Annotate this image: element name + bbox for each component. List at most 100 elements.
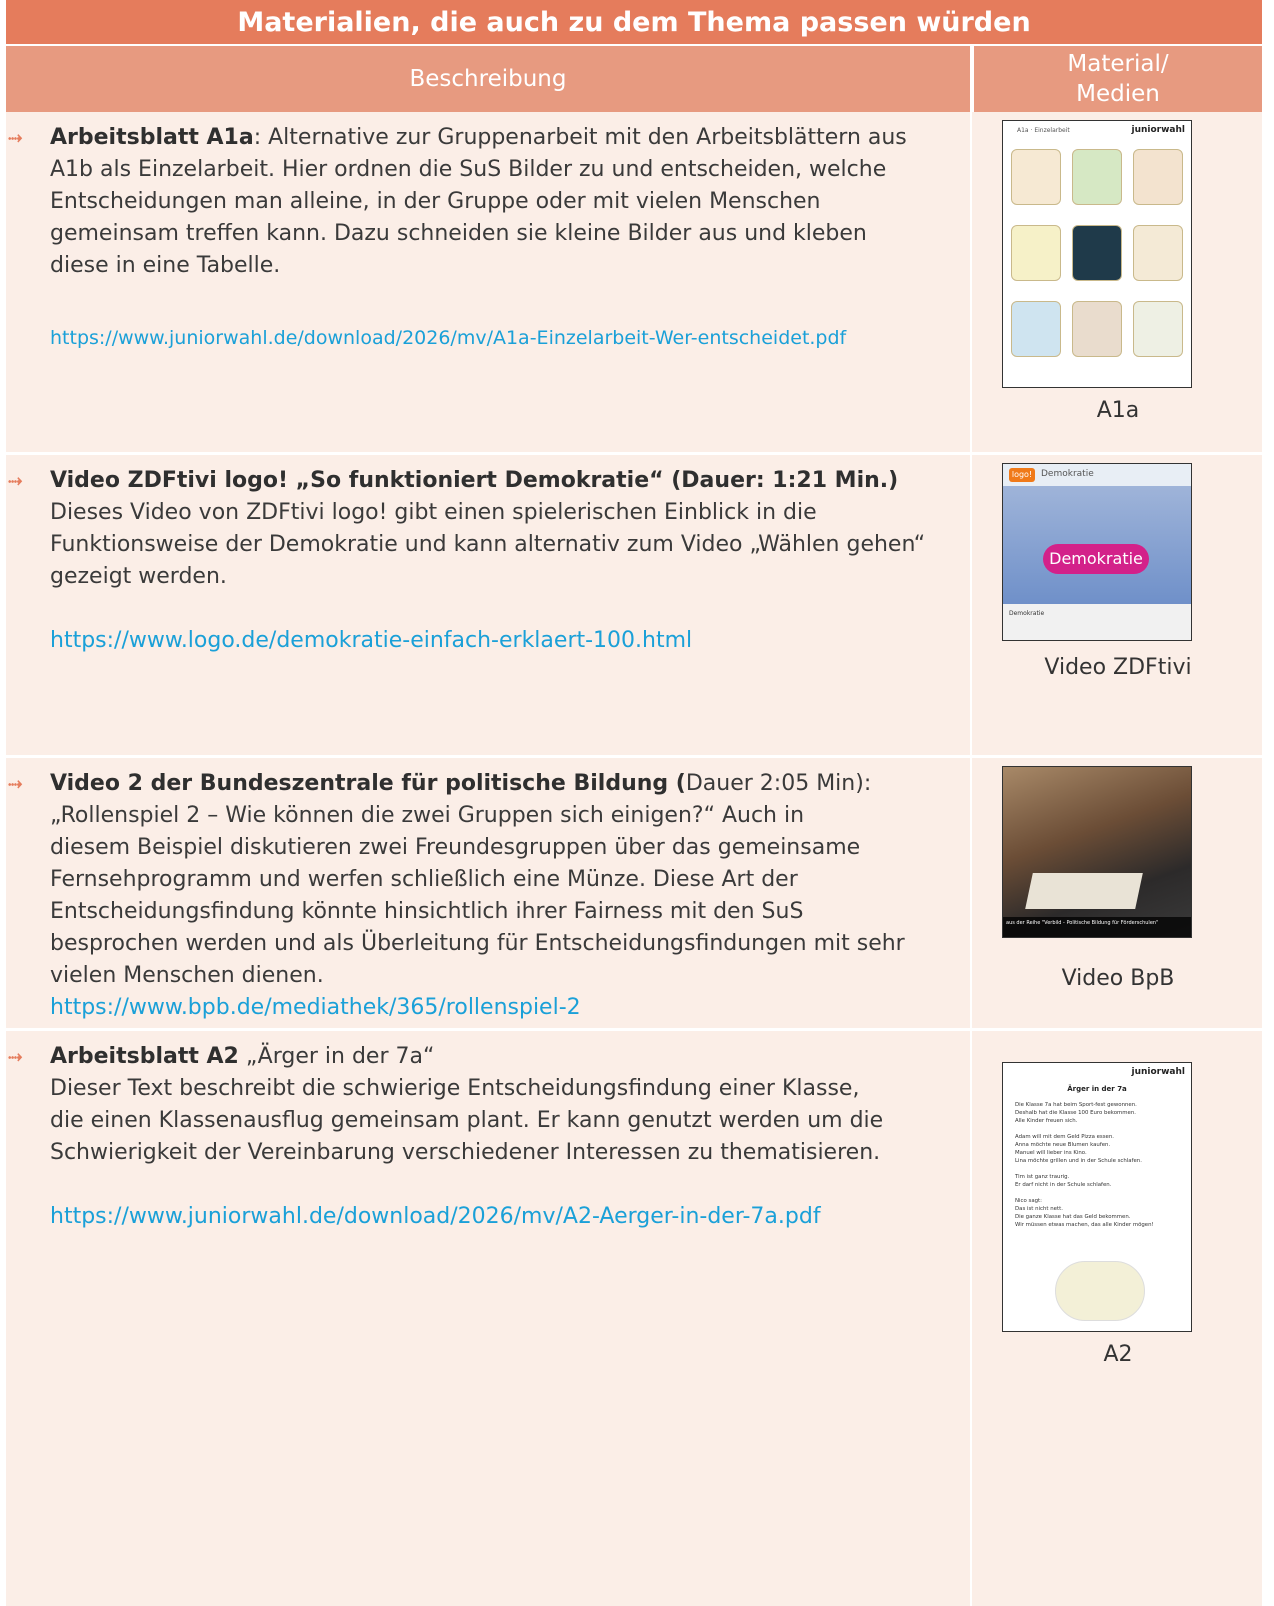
body-line: Fernsehprogramm und werfen schließlich e… (50, 867, 798, 892)
thumbnail-caption: Video ZDFtivi (1044, 655, 1192, 680)
thumbnail-caption: A1a (1096, 398, 1140, 423)
arrow-icon: ⤑ (8, 127, 23, 148)
worksheet-line: Die ganze Klasse hat das Geld bekommen. (1015, 1214, 1131, 1220)
worksheet-line (1015, 1165, 1185, 1173)
row-description: ⤑ Video ZDFtivi logo! „So funktioniert D… (6, 455, 972, 755)
table-title: Materialien, die auch zu dem Thema passe… (6, 0, 1262, 46)
entry-lead-text: „Ärger in der 7a“ (238, 1044, 435, 1069)
thumbnail-header: A1a · Einzelarbeit (1017, 127, 1070, 134)
video-category: Demokratie (1041, 469, 1094, 479)
juniorwahl-logo: juniorwahl (1131, 1067, 1186, 1077)
video-title-pill: Demokratie (1043, 544, 1149, 574)
body-line: Dieser Text beschreibt die schwierige En… (50, 1076, 860, 1101)
picture-card (1072, 149, 1122, 205)
body-line: die einen Klassenausflug gemeinsam plant… (50, 1108, 884, 1133)
entry-lead: ⤑ Arbeitsblatt A2 „Ärger in der 7a“ (6, 1041, 950, 1073)
header-row: Beschreibung Material/ Medien (6, 46, 1262, 112)
juniorwahl-logo: juniorwahl (1131, 125, 1186, 135)
worksheet-text: Die Klasse 7a hat beim Sport-fest gewonn… (1015, 1101, 1185, 1229)
body-line: gezeigt werden. (50, 564, 227, 589)
entry-title: Video 2 der Bundeszentrale für politisch… (50, 771, 686, 796)
arrow-icon: ⤑ (8, 470, 23, 491)
entry-title: Arbeitsblatt A1a (50, 125, 254, 150)
row-description: ⤑ Arbeitsblatt A2 „Ärger in der 7a“ Dies… (6, 1031, 972, 1606)
row-description: ⤑ Video 2 der Bundeszentrale für politis… (6, 758, 972, 1028)
row-description: ⤑ Arbeitsblatt A1a: Alternative zur Grup… (6, 112, 972, 452)
video-info: Demokratie (1003, 604, 1191, 640)
entry-body: Dieser Text beschreibt die schwierige En… (6, 1073, 950, 1169)
worksheet-line: Tim ist ganz traurig. (1015, 1174, 1070, 1180)
entry-lead: ⤑ Arbeitsblatt A1a: Alternative zur Grup… (6, 122, 950, 154)
body-line: vielen Menschen dienen. (50, 963, 324, 988)
header-media-line1: Material/ (1067, 51, 1169, 77)
thumbnail-caption: A2 (1103, 1342, 1133, 1367)
worksheet-illustration (1055, 1261, 1145, 1321)
video-topbar: logo! Demokratie (1003, 464, 1191, 486)
entry-lead-text: : Alternative zur Gruppenarbeit mit den … (253, 125, 907, 150)
entry-title: Arbeitsblatt A2 (50, 1044, 239, 1069)
entry-body: „Rollenspiel 2 – Wie können die zwei Gru… (6, 800, 950, 992)
entry-title: Video ZDFtivi logo! „So funktioniert Dem… (50, 468, 899, 493)
picture-card (1072, 225, 1122, 281)
worksheet-line: Alle Kinder freuen sich. (1015, 1118, 1078, 1124)
video-caption-text: aus der Reihe "Verbild - Politische Bild… (1006, 920, 1159, 926)
entry-lead: ⤑ Video 2 der Bundeszentrale für politis… (6, 768, 950, 800)
entry-lead: ⤑ Video ZDFtivi logo! „So funktioniert D… (6, 465, 950, 497)
picture-card (1072, 301, 1122, 357)
video-scene: Demokratie (1003, 486, 1191, 604)
worksheet-line: Wir müssen etwas machen, das alle Kinder… (1015, 1222, 1154, 1228)
body-line: diesem Beispiel diskutieren zwei Freunde… (50, 835, 861, 860)
header-description: Beschreibung (6, 46, 972, 112)
material-link[interactable]: https://www.juniorwahl.de/download/2026/… (6, 1201, 950, 1233)
worksheet-line: Nico sagt: (1015, 1198, 1042, 1204)
arrow-icon: ⤑ (8, 1046, 23, 1067)
picture-card (1133, 149, 1183, 205)
thumbnail-caption: Video BpB (1061, 966, 1175, 991)
logo-badge: logo! (1009, 468, 1035, 482)
worksheet-line: Die Klasse 7a hat beim Sport-fest gewonn… (1015, 1102, 1137, 1108)
body-line: A1b als Einzelarbeit. Hier ordnen die Su… (50, 157, 887, 182)
worksheet-line (1015, 1189, 1185, 1197)
video-caption-bar: aus der Reihe "Verbild - Politische Bild… (1003, 917, 1191, 937)
video-still: aus der Reihe "Verbild - Politische Bild… (1003, 767, 1191, 937)
thumbnail-a2[interactable]: juniorwahl Ärger in der 7a Die Klasse 7a… (1002, 1062, 1192, 1332)
worksheet-line: Das ist nicht nett. (1015, 1206, 1063, 1212)
material-link[interactable]: https://www.bpb.de/mediathek/365/rollens… (6, 992, 950, 1024)
picture-card (1133, 225, 1183, 281)
entry-body: Dieses Video von ZDFtivi logo! gibt eine… (6, 497, 950, 593)
entry-lead-text (898, 468, 905, 493)
worksheet-line: Anna möchte neue Blumen kaufen. (1015, 1142, 1111, 1148)
worksheet-line: Manuel will lieber ins Kino. (1015, 1150, 1087, 1156)
video-info-title: Demokratie (1009, 610, 1045, 617)
worksheet-line: Adam will mit dem Geld Pizza essen. (1015, 1134, 1114, 1140)
body-line: diese in eine Tabelle. (50, 253, 281, 278)
body-line: „Rollenspiel 2 – Wie können die zwei Gru… (50, 803, 805, 828)
body-line: gemeinsam treffen kann. Dazu schneiden s… (50, 221, 867, 246)
body-line: Schwierigkeit der Vereinbarung verschied… (50, 1140, 881, 1165)
picture-card (1011, 149, 1061, 205)
thumbnail-zdftivi[interactable]: logo! Demokratie Demokratie Demokratie (1002, 463, 1192, 641)
worksheet-line: Deshalb hat die Klasse 100 Euro bekommen… (1015, 1110, 1136, 1116)
picture-card (1011, 301, 1061, 357)
picture-card (1011, 225, 1061, 281)
arrow-icon: ⤑ (8, 773, 23, 794)
entry-body: A1b als Einzelarbeit. Hier ordnen die Su… (6, 154, 950, 282)
body-line: Funktionsweise der Demokratie und kann a… (50, 532, 926, 557)
worksheet-line (1015, 1125, 1185, 1133)
worksheet-line: Er darf nicht in der Schule schlafen. (1015, 1182, 1112, 1188)
body-line: besprochen werden und als Überleitung fü… (50, 931, 905, 956)
worksheet-line: Lina möchte grillen und in der Schule sc… (1015, 1158, 1142, 1164)
worksheet-title: Ärger in der 7a (1067, 1085, 1127, 1093)
material-link[interactable]: https://www.juniorwahl.de/download/2026/… (6, 322, 950, 354)
body-line: Dieses Video von ZDFtivi logo! gibt eine… (50, 500, 817, 525)
body-line: Entscheidungen man alleine, in der Grupp… (50, 189, 821, 214)
table-with-papers (1025, 873, 1143, 909)
materials-table: Materialien, die auch zu dem Thema passe… (6, 0, 1262, 1606)
header-media-line2: Medien (1076, 81, 1160, 107)
thumbnail-a1a[interactable]: A1a · Einzelarbeit juniorwahl (1002, 120, 1192, 388)
body-line: Entscheidungsfindung könnte hinsichtlich… (50, 899, 804, 924)
thumbnail-bpb[interactable]: aus der Reihe "Verbild - Politische Bild… (1002, 766, 1192, 938)
header-media: Material/ Medien (974, 46, 1262, 112)
material-link[interactable]: https://www.logo.de/demokratie-einfach-e… (6, 625, 950, 657)
picture-card (1133, 301, 1183, 357)
